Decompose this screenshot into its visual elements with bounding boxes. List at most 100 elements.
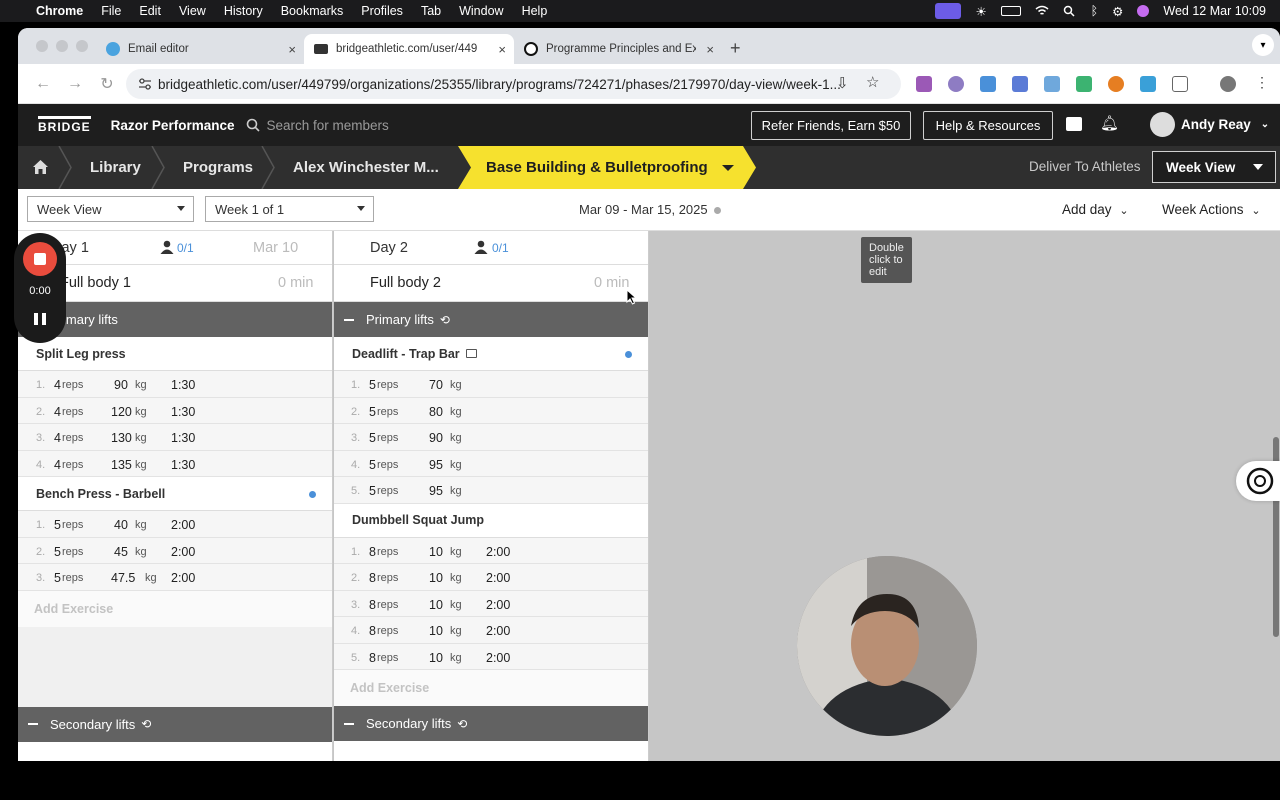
collapse-icon[interactable] (28, 723, 38, 725)
site-settings-icon[interactable] (138, 77, 152, 91)
refer-friends-button[interactable]: Refer Friends, Earn $50 (751, 111, 911, 140)
set-row[interactable]: 5. 5 reps 95 kg (334, 477, 648, 504)
set-row[interactable]: 4. 4 reps 135 kg 1:30 (18, 450, 332, 477)
stop-recording-button[interactable] (23, 242, 57, 276)
messages-icon[interactable] (1066, 117, 1082, 131)
add-day-dropdown[interactable]: Add day ⌄ (1062, 202, 1129, 217)
load-value[interactable]: 80 (429, 405, 443, 419)
rest-value[interactable]: 1:30 (171, 431, 195, 445)
menu-window[interactable]: Window (459, 4, 503, 18)
set-row[interactable]: 2. 4 reps 120 kg 1:30 (18, 397, 332, 424)
load-value[interactable]: 95 (429, 484, 443, 498)
load-value[interactable]: 45 (114, 545, 128, 559)
load-value[interactable]: 10 (429, 571, 443, 585)
close-tab-icon[interactable]: × (288, 42, 296, 57)
menu-tab[interactable]: Tab (421, 4, 441, 18)
reps-value[interactable]: 5 (369, 405, 376, 419)
brightness-icon[interactable]: ☀ (975, 4, 986, 19)
rest-value[interactable]: 2:00 (486, 598, 510, 612)
reps-value[interactable]: 8 (369, 651, 376, 665)
load-value[interactable]: 95 (429, 458, 443, 472)
minimize-window-button[interactable] (56, 40, 68, 52)
set-row[interactable]: 3. 5 reps 90 kg (334, 424, 648, 451)
zoom-window-button[interactable] (76, 40, 88, 52)
collapse-icon[interactable] (344, 318, 354, 321)
org-name[interactable]: Razor Performance (111, 118, 235, 133)
load-value[interactable]: 10 (429, 545, 443, 559)
set-row[interactable]: 3. 8 reps 10 kg 2:00 (334, 590, 648, 617)
rest-value[interactable]: 2:00 (486, 571, 510, 585)
assigned-count[interactable]: 0/1 (492, 241, 509, 255)
reps-value[interactable]: 8 (369, 545, 376, 559)
notifications-bell-icon[interactable]: 🔔︎ (1100, 114, 1119, 132)
forward-arrow-icon[interactable]: → (66, 75, 84, 93)
reps-value[interactable]: 8 (369, 624, 376, 638)
add-exercise-button[interactable]: Add Exercise (18, 590, 332, 627)
load-value[interactable]: 10 (429, 598, 443, 612)
load-value[interactable]: 47.5 (111, 571, 135, 585)
more-menu-icon[interactable]: ⋮ (1254, 74, 1270, 90)
load-value[interactable]: 40 (114, 518, 128, 532)
menu-edit[interactable]: Edit (139, 4, 161, 18)
pause-icon[interactable] (34, 313, 46, 325)
exercise-name[interactable]: Bench Press - Barbell (18, 477, 332, 511)
load-value[interactable]: 10 (429, 624, 443, 638)
view-mode-select[interactable]: Week View (1152, 151, 1276, 183)
member-search[interactable]: Search for members (246, 118, 389, 133)
set-row[interactable]: 2. 5 reps 45 kg 2:00 (18, 537, 332, 564)
load-value[interactable]: 10 (429, 651, 443, 665)
extension-icon[interactable] (1012, 76, 1028, 92)
workout-header[interactable]: Full body 2 0 min (334, 265, 648, 302)
collapse-icon[interactable] (344, 722, 354, 725)
bridge-logo[interactable]: BRIDGE (38, 116, 91, 134)
assigned-count[interactable]: 0/1 (177, 241, 194, 255)
reps-value[interactable]: 4 (54, 405, 61, 419)
extension-icon[interactable] (980, 76, 996, 92)
address-bar[interactable]: bridgeathletic.com/user/449799/organizat… (126, 69, 901, 99)
reps-value[interactable]: 4 (54, 458, 61, 472)
reps-value[interactable]: 5 (369, 458, 376, 472)
menu-profiles[interactable]: Profiles (361, 4, 403, 18)
battery-icon[interactable] (1000, 6, 1021, 16)
exercise-name[interactable]: Dumbbell Squat Jump (334, 504, 648, 538)
install-app-icon[interactable]: ⇩ (836, 74, 849, 92)
bluetooth-icon[interactable]: ᛒ (1091, 4, 1099, 18)
close-window-button[interactable] (36, 40, 48, 52)
reps-value[interactable]: 4 (54, 431, 61, 445)
tab-search-chevron-icon[interactable]: ▾ (1252, 34, 1274, 56)
extension-icon[interactable] (1108, 76, 1124, 92)
load-value[interactable]: 90 (114, 378, 128, 392)
new-tab-icon[interactable]: + (730, 38, 741, 59)
control-center-icon[interactable]: ⚙ (1112, 4, 1123, 19)
reps-value[interactable]: 4 (54, 378, 61, 392)
workout-title[interactable]: Full body 2 (370, 275, 441, 291)
assistant-launcher-icon[interactable] (1236, 461, 1280, 501)
extension-icon[interactable] (1044, 76, 1060, 92)
extension-icon[interactable] (948, 76, 964, 92)
load-value[interactable]: 120 (111, 405, 132, 419)
rest-value[interactable]: 2:00 (486, 545, 510, 559)
segment-header[interactable]: Primary lifts ⟲ (334, 302, 648, 337)
set-row[interactable]: 4. 5 reps 95 kg (334, 450, 648, 477)
load-value[interactable]: 135 (111, 458, 132, 472)
day-header[interactable]: Day 2 0/1 (334, 231, 648, 265)
segment-header[interactable]: Secondary lifts ⟲ (334, 706, 648, 741)
view-select[interactable]: Week View (27, 196, 194, 222)
reps-value[interactable]: 5 (369, 484, 376, 498)
extension-icon[interactable] (1140, 76, 1156, 92)
rest-value[interactable]: 1:30 (171, 405, 195, 419)
breadcrumb-library[interactable]: Library (90, 146, 141, 189)
reps-value[interactable]: 5 (54, 545, 61, 559)
menu-file[interactable]: File (101, 4, 121, 18)
siri-icon[interactable] (1137, 5, 1150, 17)
set-row[interactable]: 1. 5 reps 40 kg 2:00 (18, 511, 332, 538)
week-select[interactable]: Week 1 of 1 (205, 196, 374, 222)
menu-bookmarks[interactable]: Bookmarks (281, 4, 344, 18)
reps-value[interactable]: 5 (54, 518, 61, 532)
screen-share-icon[interactable] (935, 3, 962, 19)
set-row[interactable]: 2. 8 reps 10 kg 2:00 (334, 564, 648, 591)
set-row[interactable]: 3. 5 reps 47.5 kg 2:00 (18, 564, 332, 591)
breadcrumb-program[interactable]: Alex Winchester M... (293, 146, 439, 189)
comment-icon[interactable] (465, 349, 477, 358)
menu-help[interactable]: Help (522, 4, 548, 18)
